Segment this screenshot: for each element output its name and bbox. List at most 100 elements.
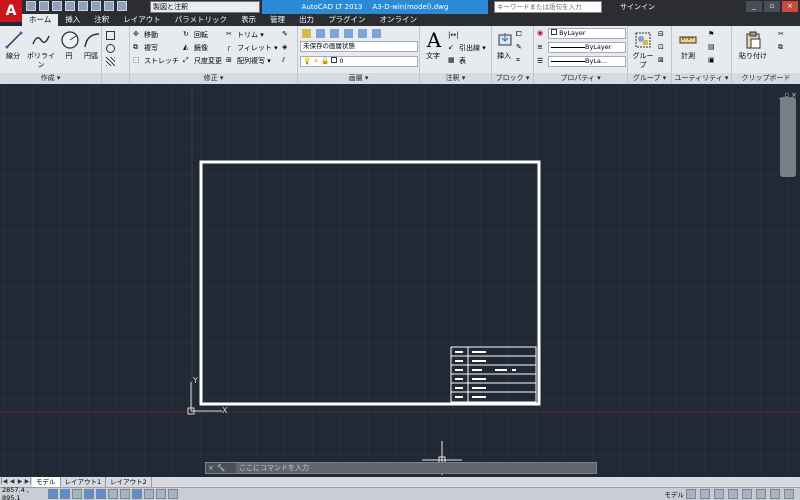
quick-view-drawings-icon[interactable]: [700, 489, 710, 499]
layer-lock-icon[interactable]: [372, 29, 381, 38]
clipboard-panel-title[interactable]: クリップボード: [732, 73, 800, 84]
new-icon[interactable]: [26, 1, 36, 11]
edit-block-icon[interactable]: ✎: [516, 42, 527, 53]
calculator-icon[interactable]: ▤: [708, 42, 719, 53]
next-tab-icon[interactable]: ▶: [16, 478, 24, 486]
polar-tracking-toggle[interactable]: [84, 489, 94, 499]
prev-tab-icon[interactable]: ◀: [8, 478, 16, 486]
snap-mode-toggle[interactable]: [48, 489, 58, 499]
properties-panel-title[interactable]: プロパティ ▾: [534, 73, 627, 84]
layer-state-select[interactable]: 未保存の画層状態: [300, 41, 418, 52]
group-edit-icon[interactable]: ⊡: [658, 42, 669, 53]
layer-state-icon[interactable]: [316, 29, 325, 38]
model-space-indicator[interactable]: モデル: [665, 489, 685, 499]
trim-button[interactable]: ✂ トリム ▾: [226, 29, 264, 40]
attribute-icon[interactable]: ⌗: [516, 55, 527, 66]
saveas-icon[interactable]: [65, 1, 75, 11]
create-block-icon[interactable]: ⧠: [516, 29, 527, 40]
group-select-icon[interactable]: ⊠: [658, 55, 669, 66]
open-icon[interactable]: [39, 1, 49, 11]
rotate-button[interactable]: ↻ 回転: [183, 29, 208, 40]
layer-properties-icon[interactable]: [302, 29, 311, 38]
dimension-button[interactable]: |↔|: [448, 29, 459, 40]
leader-button[interactable]: ↙ 引出線 ▾: [448, 42, 486, 53]
text-button[interactable]: A 文字: [422, 28, 444, 61]
drawing-area[interactable]: Y X _ ▫ ×: [0, 85, 800, 475]
close-button[interactable]: ×: [782, 1, 798, 12]
lineweight-icon[interactable]: ≡: [537, 42, 548, 53]
app-menu-button[interactable]: A: [0, 0, 22, 22]
signin-link[interactable]: サインイン: [620, 0, 655, 14]
block-panel-title[interactable]: ブロック ▾: [492, 73, 533, 84]
tab-home[interactable]: ホーム: [22, 14, 59, 26]
cut-icon[interactable]: ✂: [778, 29, 789, 40]
publish-icon[interactable]: [78, 1, 88, 11]
print-icon[interactable]: [91, 1, 101, 11]
tab-online[interactable]: オンライン: [373, 14, 425, 26]
minimize-button[interactable]: _: [746, 1, 762, 12]
hatch-icon[interactable]: [106, 56, 117, 67]
modify-panel-title[interactable]: 修正 ▾: [130, 73, 297, 84]
quick-view-layouts-icon[interactable]: [686, 489, 696, 499]
lock-icon[interactable]: [756, 489, 766, 499]
tab-plugins[interactable]: プラグイン: [321, 14, 373, 26]
arc-button[interactable]: 円弧: [80, 28, 102, 61]
utilities-panel-title[interactable]: ユーティリティ ▾: [672, 73, 731, 84]
command-input[interactable]: ここにコマンドを入力: [236, 463, 596, 473]
explode-icon[interactable]: ◈: [282, 42, 293, 53]
list-icon[interactable]: ☰: [537, 56, 548, 67]
line-button[interactable]: 線分: [2, 28, 24, 61]
redo-icon[interactable]: [117, 1, 127, 11]
wrench-icon[interactable]: 🔧: [217, 464, 226, 472]
object-snap-toggle[interactable]: [96, 489, 106, 499]
measure-button[interactable]: 計測: [676, 28, 700, 61]
tab-layout[interactable]: レイアウト: [116, 14, 168, 26]
circle-button[interactable]: 円: [58, 28, 80, 61]
quick-select-icon[interactable]: ⚑: [708, 29, 719, 40]
annotation-scale-icon[interactable]: [714, 489, 724, 499]
transparency-toggle[interactable]: [144, 489, 154, 499]
array-button[interactable]: ⊞ 配列複写 ▾: [226, 55, 271, 66]
fillet-button[interactable]: ╭ フィレット ▾: [226, 42, 278, 53]
layers-panel-title[interactable]: 画層 ▾: [298, 73, 419, 84]
copy-button[interactable]: ⧉ 複写: [133, 42, 158, 53]
scale-button[interactable]: ⤢ 尺度変更: [183, 55, 222, 66]
offset-icon[interactable]: ⫽: [282, 55, 293, 66]
ortho-toggle[interactable]: [72, 489, 82, 499]
layer-match-icon[interactable]: [330, 29, 339, 38]
group-button[interactable]: グループ: [630, 28, 656, 70]
close-icon[interactable]: ×: [208, 464, 214, 472]
copy-clip-icon[interactable]: ⧉: [778, 42, 789, 53]
select-all-icon[interactable]: ▣: [708, 55, 719, 66]
object-tracking-toggle[interactable]: [108, 489, 118, 499]
match-properties-icon[interactable]: ◉: [537, 28, 548, 39]
annotation-panel-title[interactable]: 注釈 ▾: [420, 73, 491, 84]
clean-screen-icon[interactable]: [784, 489, 794, 499]
color-select[interactable]: ByLayer: [548, 28, 626, 39]
insert-button[interactable]: 挿入: [494, 28, 514, 61]
tab-insert[interactable]: 挿入: [58, 14, 87, 26]
tab-manage[interactable]: 管理: [263, 14, 292, 26]
undo-icon[interactable]: [104, 1, 114, 11]
groups-panel-title[interactable]: グループ ▾: [628, 73, 671, 84]
search-input[interactable]: キーワードまたは語句を入力: [494, 1, 602, 13]
last-tab-icon[interactable]: ▶|: [24, 478, 32, 486]
mirror-button[interactable]: ◭ 鏡像: [183, 42, 208, 53]
table-button[interactable]: ▦ 表: [448, 55, 466, 66]
draw-panel-title[interactable]: 作成 ▾: [0, 73, 101, 84]
save-icon[interactable]: [52, 1, 62, 11]
ungroup-icon[interactable]: ⊟: [658, 29, 669, 40]
tab-output[interactable]: 出力: [292, 14, 321, 26]
layer-freeze-icon[interactable]: [358, 29, 367, 38]
layer-iso-icon[interactable]: [344, 29, 353, 38]
grid-display-toggle[interactable]: [60, 489, 70, 499]
navigation-bar[interactable]: [780, 97, 796, 177]
polyline-button[interactable]: ポリライン: [25, 28, 57, 70]
tab-view[interactable]: 表示: [234, 14, 263, 26]
workspace-select[interactable]: 製図と注釈: [150, 1, 260, 13]
stretch-button[interactable]: ⬚ ストレッチ: [133, 55, 179, 66]
tab-annotate[interactable]: 注釈: [87, 14, 116, 26]
quick-properties-toggle[interactable]: [156, 489, 166, 499]
selection-cycling-toggle[interactable]: [168, 489, 178, 499]
rectangle-icon[interactable]: [106, 30, 117, 41]
